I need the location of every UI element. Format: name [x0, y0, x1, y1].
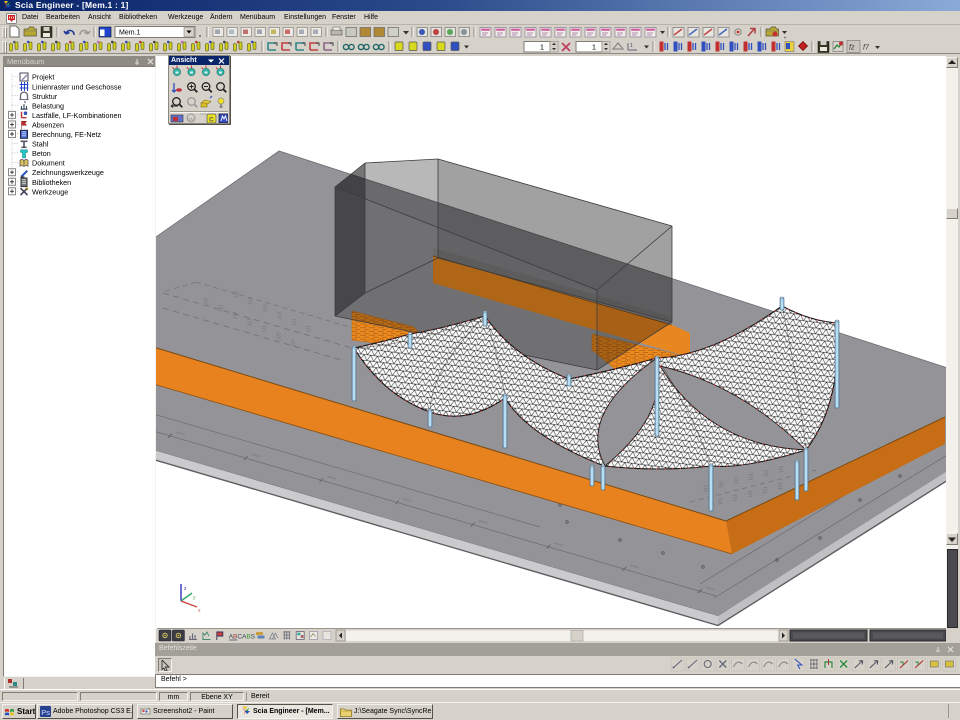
svg-text:Projekt: Projekt — [32, 73, 54, 82]
svg-text:Stahl: Stahl — [32, 140, 49, 149]
svg-text:Struktur: Struktur — [32, 92, 58, 101]
svg-text:GN: GN — [187, 117, 194, 122]
svg-text:Belastung: Belastung — [32, 101, 64, 110]
svg-text:f7: f7 — [863, 45, 870, 52]
svg-text:1: 1 — [592, 43, 596, 52]
svg-text:Ps: Ps — [41, 708, 50, 717]
svg-text:Dokument: Dokument — [32, 159, 65, 168]
svg-text:C: C — [209, 117, 214, 124]
svg-text:1: 1 — [540, 43, 544, 52]
svg-text:Werkzeuge: Werkzeuge — [32, 187, 68, 196]
svg-text:ABS: ABS — [242, 633, 256, 640]
svg-text:Lastfälle, LF-Kombinationen: Lastfälle, LF-Kombinationen — [32, 111, 122, 120]
svg-text:fz: fz — [849, 45, 855, 52]
svg-text:Berechnung, FE-Netz: Berechnung, FE-Netz — [32, 130, 102, 139]
svg-text:Beton: Beton — [32, 149, 51, 158]
svg-text:Zeichnungswerkzeuge: Zeichnungswerkzeuge — [32, 168, 104, 177]
svg-text:1: 1 — [630, 43, 633, 49]
svg-text:Absenzen: Absenzen — [32, 120, 64, 129]
svg-text:Linienraster und Geschosse: Linienraster und Geschosse — [32, 82, 122, 91]
svg-text:Bibliotheken: Bibliotheken — [32, 178, 71, 187]
svg-text:Mem.1: Mem.1 — [119, 30, 141, 37]
svg-text:ABC: ABC — [229, 633, 243, 640]
